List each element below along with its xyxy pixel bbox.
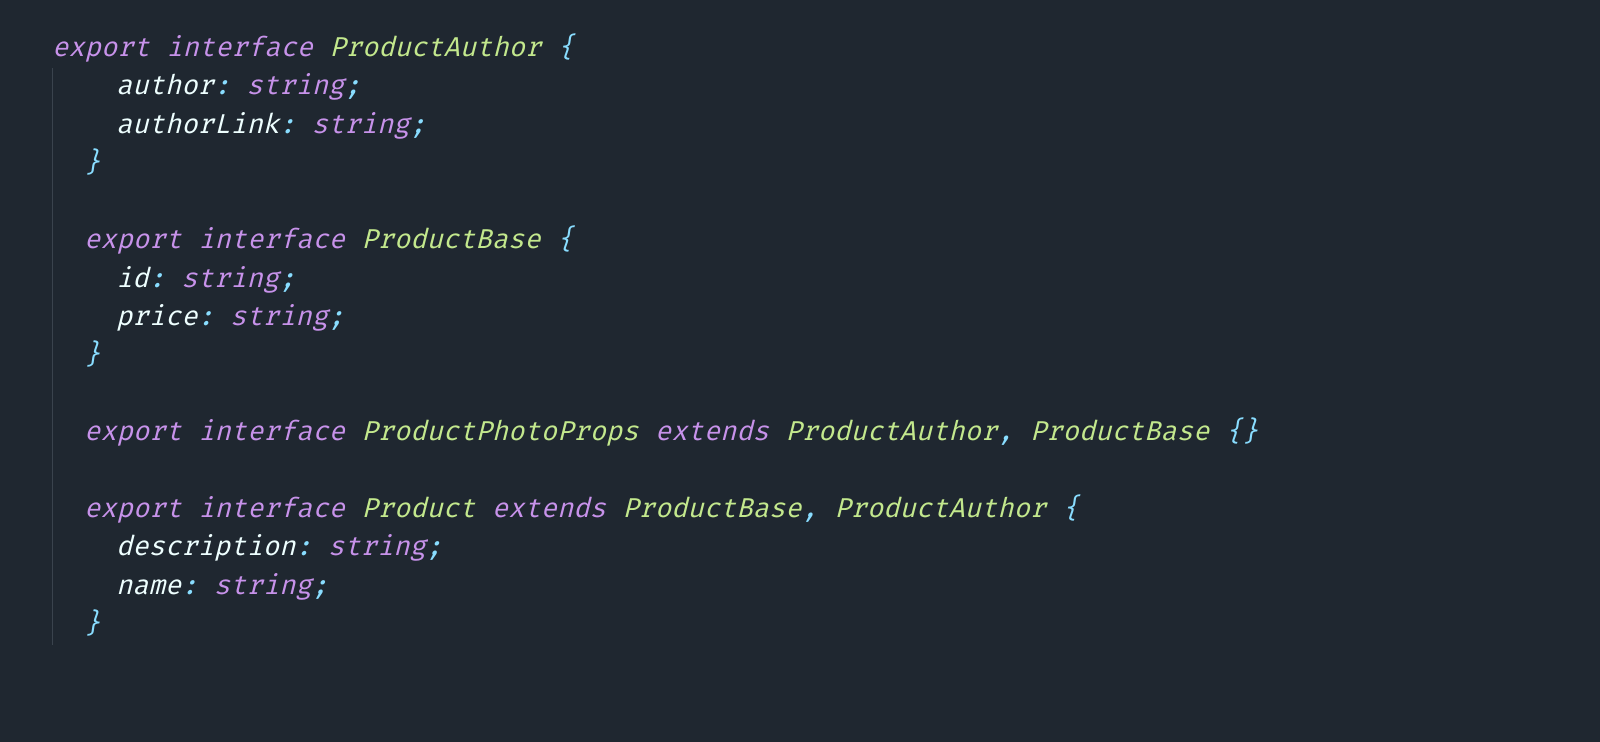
colon: : <box>279 110 295 142</box>
indent-guide <box>52 453 53 491</box>
prop-authorlink: authorLink <box>116 110 279 142</box>
comma: , <box>997 417 1013 449</box>
type-ext-product-author: ProductAuthor <box>785 417 997 449</box>
prop-author: author <box>116 71 214 103</box>
type-ext-product-author: ProductAuthor <box>834 494 1046 526</box>
indent-guide <box>52 606 53 644</box>
colon: : <box>214 71 230 103</box>
type-product-photo-props: ProductPhotoProps <box>361 417 638 449</box>
prop-price: price <box>116 302 198 334</box>
keyword-extends: extends <box>492 494 606 526</box>
type-product-author: ProductAuthor <box>329 33 541 65</box>
brace-close: } <box>84 609 100 641</box>
keyword-export: export <box>84 417 182 449</box>
indent-guide <box>52 299 53 337</box>
type-ext-product-base: ProductBase <box>1030 417 1209 449</box>
type-string: string <box>246 71 344 103</box>
brace-close: } <box>84 148 100 180</box>
prop-id: id <box>116 264 149 296</box>
prop-description: description <box>116 532 295 564</box>
type-product-base: ProductBase <box>361 225 540 257</box>
indent-guide <box>52 491 53 529</box>
indent-guide <box>52 568 53 606</box>
type-product: Product <box>361 494 475 526</box>
indent-guide <box>52 184 53 222</box>
colon: : <box>181 571 197 603</box>
semicolon: ; <box>328 302 344 334</box>
keyword-extends: extends <box>655 417 769 449</box>
indent-guide <box>52 222 53 260</box>
brace-empty: {} <box>1226 417 1259 449</box>
semicolon: ; <box>344 71 360 103</box>
semicolon: ; <box>410 110 426 142</box>
type-string: string <box>181 264 279 296</box>
keyword-export: export <box>84 225 182 257</box>
brace-close: } <box>84 340 100 372</box>
type-ext-product-base: ProductBase <box>622 494 801 526</box>
colon: : <box>295 532 311 564</box>
indent-guide <box>52 261 53 299</box>
brace-open: { <box>557 225 573 257</box>
indent-guide <box>52 145 53 183</box>
indent-guide <box>52 529 53 567</box>
brace-open: { <box>1063 494 1079 526</box>
semicolon: ; <box>312 571 328 603</box>
colon: : <box>198 302 214 334</box>
type-string: string <box>214 571 312 603</box>
keyword-interface: interface <box>166 33 313 65</box>
semicolon: ; <box>426 532 442 564</box>
type-string: string <box>312 110 410 142</box>
prop-name: name <box>116 571 181 603</box>
keyword-interface: interface <box>198 417 345 449</box>
colon: : <box>149 264 165 296</box>
keyword-export: export <box>52 33 150 65</box>
keyword-interface: interface <box>198 225 345 257</box>
indent-guide <box>52 376 53 414</box>
keyword-interface: interface <box>198 494 345 526</box>
semicolon: ; <box>279 264 295 296</box>
type-string: string <box>230 302 328 334</box>
comma: , <box>802 494 818 526</box>
brace-open: { <box>558 33 574 65</box>
indent-guide <box>52 107 53 145</box>
keyword-export: export <box>84 494 182 526</box>
type-string: string <box>328 532 426 564</box>
code-editor[interactable]: export interface ProductAuthor { author:… <box>0 0 1600 645</box>
indent-guide <box>52 414 53 452</box>
indent-guide <box>52 68 53 106</box>
indent-guide <box>52 337 53 375</box>
